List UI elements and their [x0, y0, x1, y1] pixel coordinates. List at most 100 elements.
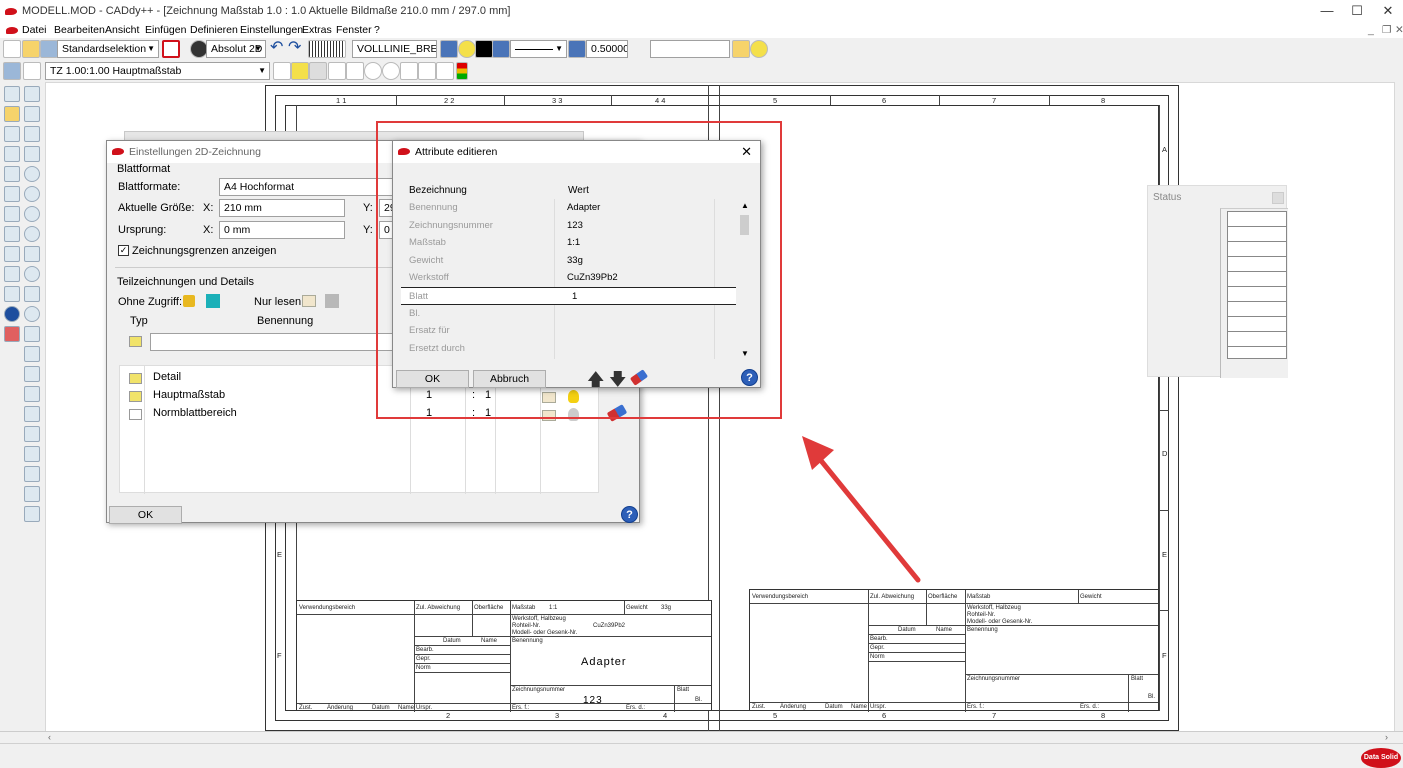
layer2-icon[interactable]: [492, 40, 510, 58]
table-icon[interactable]: [24, 446, 40, 462]
menu-bearbeiten[interactable]: Bearbeiten: [54, 23, 105, 38]
polyline-icon[interactable]: [24, 126, 40, 142]
zoom-in-icon[interactable]: [364, 62, 382, 80]
ursprung-x-input[interactable]: 0 mm: [219, 221, 345, 239]
attr-icon[interactable]: [291, 62, 309, 80]
layer3-icon[interactable]: [568, 40, 586, 58]
eraser-icon[interactable]: [4, 326, 20, 342]
spline-icon[interactable]: [24, 366, 40, 382]
linetype-field[interactable]: VOLLLINIE_BREIT: [352, 40, 437, 58]
frame-icon[interactable]: [24, 466, 40, 482]
circle4-icon[interactable]: [24, 226, 40, 242]
pattern-icon[interactable]: [4, 286, 20, 302]
zoom-window-icon[interactable]: [328, 62, 346, 80]
open-folder-icon[interactable]: [22, 40, 40, 58]
fillet-icon[interactable]: [24, 486, 40, 502]
benennung-filter-input[interactable]: [150, 333, 395, 351]
ellipse-icon[interactable]: [24, 306, 40, 322]
hatch-icon[interactable]: [4, 146, 20, 162]
rect-icon[interactable]: [24, 146, 40, 162]
menu-extras[interactable]: Extras: [302, 23, 332, 38]
type-icon[interactable]: [129, 336, 142, 347]
circle5-icon[interactable]: [24, 266, 40, 282]
dimension-icon[interactable]: [4, 206, 20, 222]
save-icon[interactable]: [40, 40, 58, 58]
lock-icon[interactable]: [183, 295, 195, 307]
info-icon[interactable]: [4, 306, 20, 322]
groesse-x-input[interactable]: 210 mm: [219, 199, 345, 217]
point-icon[interactable]: [24, 286, 40, 302]
pen-icon[interactable]: [23, 62, 41, 80]
traffic-light-icon[interactable]: [456, 62, 468, 80]
blattformat-dropdown[interactable]: A4 Hochformat: [219, 178, 394, 196]
select-arrow-icon[interactable]: [4, 86, 20, 102]
horizontal-scrollbar[interactable]: ‹ ›: [0, 731, 1403, 743]
minimize-button[interactable]: —: [1312, 0, 1342, 23]
undo-icon[interactable]: ↶: [270, 40, 288, 58]
menu-help[interactable]: ?: [374, 23, 380, 38]
selection-dropdown[interactable]: Standardselektion ▼: [57, 40, 159, 58]
tool-icon[interactable]: [309, 62, 327, 80]
mdi-minimize-button[interactable]: _: [1368, 23, 1374, 38]
menu-definieren[interactable]: Definieren: [190, 23, 238, 38]
folder-icon[interactable]: [732, 40, 750, 58]
circle3-icon[interactable]: [24, 206, 40, 222]
status-close-button[interactable]: [1272, 192, 1284, 204]
pan-hand-icon[interactable]: [346, 62, 364, 80]
mdi-restore-button[interactable]: ❐: [1382, 23, 1391, 38]
settings-help-icon[interactable]: ?: [621, 506, 638, 523]
text-icon[interactable]: [4, 246, 20, 262]
pencil-icon[interactable]: [4, 106, 20, 122]
construct-icon[interactable]: [4, 126, 20, 142]
scale-dropdown[interactable]: TZ 1.00:1.00 Hauptmaßstab ▼: [45, 62, 270, 80]
line-icon[interactable]: [24, 106, 40, 122]
color-teal-swatch[interactable]: [206, 294, 220, 308]
list-item[interactable]: Detail: [120, 369, 410, 386]
book-icon[interactable]: [302, 295, 316, 307]
scroll-right-icon[interactable]: ›: [1385, 732, 1388, 742]
ellipse2-icon[interactable]: [24, 326, 40, 342]
symbol-icon[interactable]: [24, 406, 40, 422]
color-gray-swatch[interactable]: [325, 294, 339, 308]
grid-icon[interactable]: [308, 40, 346, 58]
zoom-out-icon[interactable]: [382, 62, 400, 80]
select-alt-icon[interactable]: [24, 86, 40, 102]
select-frame-icon[interactable]: [162, 40, 180, 58]
settings-ok-button[interactable]: OK: [109, 506, 182, 524]
menu-fenster[interactable]: Fenster: [336, 23, 372, 38]
menu-einfuegen[interactable]: Einfügen: [145, 23, 186, 38]
dotted-line-icon[interactable]: [4, 226, 20, 242]
edit-icon[interactable]: [24, 346, 40, 362]
circle-icon[interactable]: [24, 166, 40, 182]
menu-ansicht[interactable]: Ansicht: [105, 23, 139, 38]
zoom-all-icon[interactable]: [400, 62, 418, 80]
grenzen-checkbox[interactable]: ✓: [118, 245, 129, 256]
menu-datei[interactable]: Datei: [22, 23, 47, 38]
diagonal-icon[interactable]: [24, 386, 40, 402]
scroll-left-icon[interactable]: ‹: [48, 732, 51, 742]
bulb2-icon[interactable]: [750, 40, 768, 58]
color-black-icon[interactable]: [475, 40, 493, 58]
mdi-close-button[interactable]: ✕: [1395, 23, 1403, 38]
maximize-button[interactable]: ☐: [1342, 0, 1372, 23]
layer-icon[interactable]: [440, 40, 458, 58]
redraw-icon[interactable]: [436, 62, 454, 80]
close-button[interactable]: ✕: [1373, 0, 1403, 23]
offset-icon[interactable]: [4, 186, 20, 202]
bulb-icon[interactable]: [458, 40, 476, 58]
chamfer-icon[interactable]: [24, 506, 40, 522]
new-file-icon[interactable]: [3, 40, 21, 58]
circle2-icon[interactable]: [24, 186, 40, 202]
coord-mode-dropdown[interactable]: Absolut 2D ▼: [206, 40, 266, 58]
text-field[interactable]: [650, 40, 730, 58]
block-icon[interactable]: [24, 426, 40, 442]
rotate-icon[interactable]: [4, 166, 20, 182]
edit-text-icon[interactable]: [4, 266, 20, 282]
arc-icon[interactable]: [24, 246, 40, 262]
redo-icon[interactable]: ↷: [288, 40, 306, 58]
print-icon[interactable]: [3, 62, 21, 80]
linewidth-field[interactable]: 0.500000: [586, 40, 628, 58]
zoom-previous-icon[interactable]: [418, 62, 436, 80]
menu-einstellungen[interactable]: Einstellungen: [240, 23, 303, 38]
linestyle-dropdown[interactable]: ▼: [510, 40, 567, 58]
